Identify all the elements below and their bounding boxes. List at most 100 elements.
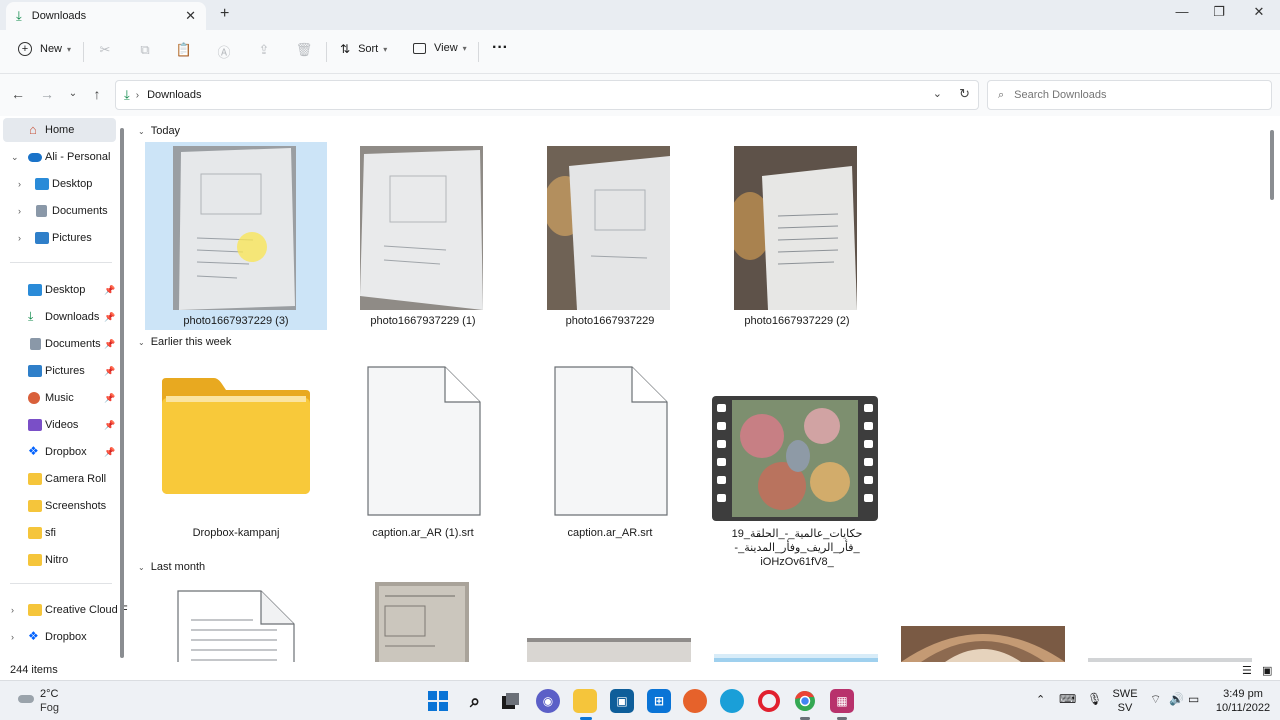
pin-icon[interactable]: 📌 xyxy=(104,285,115,296)
sidebar-item-onedrive[interactable]: ⌄ Ali - Personal xyxy=(0,145,118,169)
firefox-icon[interactable] xyxy=(683,689,707,713)
edge-icon[interactable] xyxy=(720,689,744,713)
minimize-button[interactable]: — xyxy=(1171,4,1193,19)
copy-icon[interactable]: ⧉ xyxy=(135,42,155,62)
close-window-button[interactable]: ✕ xyxy=(1248,4,1270,20)
recent-locations-button[interactable]: ⌄ xyxy=(63,88,83,99)
tab-downloads[interactable]: ⤓ Downloads ✕ xyxy=(6,2,206,30)
sidebar-item-pictures[interactable]: Pictures 📌 xyxy=(0,359,118,383)
wifi-icon[interactable]: ⌔ xyxy=(1150,692,1161,707)
clock-date[interactable]: 10/11/2022 xyxy=(1210,702,1276,714)
file-tile[interactable] xyxy=(519,582,701,662)
pin-icon[interactable]: 📌 xyxy=(104,447,115,458)
cut-icon[interactable]: ✂ xyxy=(95,42,115,62)
group-header-earlier-this-week[interactable]: ⌄ Earlier this week xyxy=(138,336,231,348)
microsoft-store-icon[interactable]: ⊞ xyxy=(647,689,671,713)
sidebar-item-nitro[interactable]: Nitro xyxy=(0,548,118,572)
task-view-icon[interactable] xyxy=(499,689,523,713)
battery-icon[interactable]: ▭ xyxy=(1188,692,1199,706)
file-tile[interactable] xyxy=(706,582,888,662)
file-tile[interactable]: Dropbox-kampanj xyxy=(145,356,327,556)
opera-icon[interactable] xyxy=(757,689,781,713)
volume-icon[interactable]: 🔊 xyxy=(1169,692,1184,706)
sidebar-item-desktop[interactable]: Desktop 📌 xyxy=(0,278,118,302)
sidebar-item-creative-cloud[interactable]: › Creative Cloud F xyxy=(0,598,128,622)
close-tab-icon[interactable]: ✕ xyxy=(185,8,196,24)
sidebar-item-downloads[interactable]: ⤓ Downloads 📌 xyxy=(0,305,118,329)
address-dropdown-icon[interactable]: ⌄ xyxy=(933,87,942,100)
sidebar-item-videos[interactable]: Videos 📌 xyxy=(0,413,118,437)
language-indicator[interactable]: SWE xyxy=(1110,688,1140,700)
sidebar-item-documents[interactable]: Documents 📌 xyxy=(0,332,118,356)
microphone-icon[interactable]: 🎙 xyxy=(1087,692,1102,706)
file-tile[interactable]: photo1667937229 (2) xyxy=(706,142,888,330)
details-view-icon[interactable]: ☰ xyxy=(1242,664,1252,677)
file-tile[interactable] xyxy=(145,582,327,662)
keyboard-layout-indicator[interactable]: SV xyxy=(1110,702,1140,714)
search-icon[interactable]: ⌕ xyxy=(463,689,487,713)
sidebar-item-onedrive-pictures[interactable]: › Pictures xyxy=(0,226,118,250)
chat-icon[interactable]: ◉ xyxy=(536,689,560,713)
start-icon[interactable] xyxy=(426,689,450,713)
file-tile[interactable]: caption.ar_AR.srt xyxy=(519,356,701,556)
file-tile[interactable] xyxy=(1080,582,1262,662)
chevron-up-icon[interactable]: ⌃ xyxy=(1036,693,1045,706)
file-tile[interactable]: caption.ar_AR (1).srt xyxy=(332,356,514,556)
breadcrumb-downloads[interactable]: Downloads xyxy=(147,89,201,101)
sidebar-item-music[interactable]: Music 📌 xyxy=(0,386,118,410)
sidebar-item-camera-roll[interactable]: Camera Roll xyxy=(0,467,118,491)
group-header-today[interactable]: ⌄ Today xyxy=(138,125,180,137)
delete-icon[interactable]: 🗑 xyxy=(294,42,314,62)
sidebar-item-onedrive-documents[interactable]: › Documents xyxy=(0,199,118,223)
paste-icon[interactable]: 📋 xyxy=(174,42,194,62)
sidebar-item-home[interactable]: ⌂ Home xyxy=(3,118,116,142)
chevron-right-icon[interactable]: › xyxy=(11,632,14,642)
forward-button[interactable]: → xyxy=(37,86,57,102)
chevron-right-icon[interactable]: › xyxy=(18,233,21,243)
view-button[interactable]: View ▾ xyxy=(413,42,467,54)
sort-button[interactable]: ⇅ Sort ▾ xyxy=(340,42,387,56)
clock-time[interactable]: 3:49 pm xyxy=(1210,688,1276,700)
file-tile[interactable] xyxy=(332,582,514,662)
back-button[interactable]: ← xyxy=(8,86,28,102)
sidebar-item-onedrive-desktop[interactable]: › Desktop xyxy=(0,172,118,196)
chrome-icon[interactable] xyxy=(793,689,817,713)
file-explorer-icon[interactable] xyxy=(573,689,597,713)
sidebar-item-dropbox-root[interactable]: › ❖ Dropbox xyxy=(0,625,118,649)
refresh-icon[interactable]: ↻ xyxy=(959,86,970,102)
pin-icon[interactable]: 📌 xyxy=(104,393,115,404)
sidebar-item-screenshots[interactable]: Screenshots xyxy=(0,494,118,518)
pin-icon[interactable]: 📌 xyxy=(104,420,115,431)
more-options-button[interactable]: ··· xyxy=(492,39,508,57)
chevron-down-icon[interactable]: ⌄ xyxy=(11,152,19,163)
sidebar-item-dropbox[interactable]: ❖ Dropbox 📌 xyxy=(0,440,118,464)
chevron-right-icon[interactable]: › xyxy=(18,179,21,189)
pin-icon[interactable]: 📌 xyxy=(104,312,115,323)
file-tile[interactable]: حكايات_عالمية_-_الحلقة_19 _فأر_الريف_وفأ… xyxy=(706,356,888,568)
app-store-icon[interactable]: ▣ xyxy=(610,689,634,713)
share-icon[interactable]: ⇪ xyxy=(254,42,274,62)
keyboard-icon[interactable]: ⌨ xyxy=(1059,692,1076,706)
file-tile[interactable]: photo1667937229 (1) xyxy=(332,142,514,330)
pin-icon[interactable]: 📌 xyxy=(104,366,115,377)
file-tile[interactable]: photo1667937229 (3) xyxy=(145,142,327,330)
search-input[interactable] xyxy=(1014,89,1255,101)
rename-icon[interactable]: Ⓐ xyxy=(214,42,234,62)
sidebar-scrollbar[interactable] xyxy=(120,128,124,658)
file-tile[interactable] xyxy=(893,582,1075,662)
new-button[interactable]: + New ▾ xyxy=(18,42,71,56)
chevron-right-icon[interactable]: › xyxy=(18,206,21,216)
tiles-view-icon[interactable]: ▣ xyxy=(1262,664,1272,677)
new-tab-button[interactable]: + xyxy=(220,5,229,23)
search-box[interactable]: ⌕ xyxy=(987,80,1272,110)
maximize-button[interactable]: ❐ xyxy=(1208,4,1230,20)
up-button[interactable]: ↑ xyxy=(87,86,107,102)
content-scrollbar[interactable] xyxy=(1270,130,1274,200)
address-bar[interactable]: ⤓ › Downloads ⌄ ↻ xyxy=(115,80,979,110)
group-header-last-month[interactable]: ⌄ Last month xyxy=(138,561,205,573)
sidebar-item-sfi[interactable]: sfi xyxy=(0,521,118,545)
clipchamp-icon[interactable]: ▦ xyxy=(830,689,854,713)
chevron-right-icon[interactable]: › xyxy=(11,605,14,615)
pin-icon[interactable]: 📌 xyxy=(104,339,115,350)
file-tile[interactable]: photo1667937229 xyxy=(519,142,701,330)
